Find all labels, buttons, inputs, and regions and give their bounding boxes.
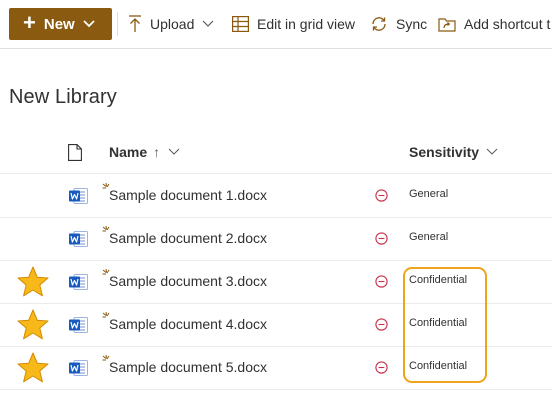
table-row[interactable]: Sample document 2.docx General [0,217,552,261]
sensitivity-label-icon [375,232,388,245]
table-row[interactable]: Sample document 3.docx Confidential [0,260,552,304]
column-header-row: Name ↑ Sensitivity [0,130,552,174]
file-name-link[interactable]: Sample document 4.docx [109,316,267,332]
name-column-label: Name [109,144,148,160]
chevron-down-icon [486,148,498,155]
upload-button[interactable]: Upload [128,12,214,36]
sort-ascending-icon: ↑ [153,144,161,160]
add-shortcut-button[interactable]: Add shortcut t [438,12,550,36]
sensitivity-value: Confidential [409,317,468,329]
sync-label: Sync [396,16,428,32]
star-icon [17,352,49,383]
add-shortcut-label: Add shortcut t [464,16,551,32]
sync-button[interactable]: Sync [370,12,427,36]
name-column-header[interactable]: Name ↑ [109,144,180,160]
star-icon [17,266,49,297]
file-name-link[interactable]: Sample document 2.docx [109,230,267,246]
file-name-link[interactable]: Sample document 1.docx [109,187,267,203]
table-row[interactable]: Sample document 4.docx Confidential [0,303,552,347]
sensitivity-label-icon [375,275,388,288]
word-document-icon [69,317,88,333]
sensitivity-value: Confidential [409,274,468,286]
sensitivity-column-label: Sensitivity [409,144,480,160]
shortcut-icon [438,18,456,32]
new-button[interactable]: + New [9,8,112,40]
plus-icon: + [23,10,36,35]
command-bar-divider [117,12,118,36]
sync-icon [372,17,386,31]
upload-label: Upload [150,16,195,32]
document-type-icon[interactable] [68,144,82,161]
word-document-icon [69,274,88,290]
chevron-down-icon [202,20,214,27]
star-icon [17,309,49,340]
document-library-page: + New Upload Edit in grid view Sync Add … [0,0,552,407]
word-document-icon [69,188,88,204]
word-document-icon [69,231,88,247]
sensitivity-label-icon [375,189,388,202]
chevron-down-icon [83,20,95,28]
sensitivity-value: Confidential [409,360,468,372]
edit-grid-view-button[interactable]: Edit in grid view [232,12,355,36]
sensitivity-value: General [409,188,449,200]
word-document-icon [69,360,88,376]
command-bar: + New Upload Edit in grid view Sync Add … [0,0,552,49]
chevron-down-icon [168,148,180,155]
grid-icon [232,16,249,32]
new-button-label: New [43,15,75,33]
sensitivity-column-header[interactable]: Sensitivity [409,144,498,160]
table-row[interactable]: Sample document 5.docx Confidential [0,346,552,390]
file-name-link[interactable]: Sample document 3.docx [109,273,267,289]
page-title: New Library [9,86,117,108]
sensitivity-label-icon [375,318,388,331]
edit-grid-view-label: Edit in grid view [257,16,356,32]
upload-icon [129,15,141,32]
table-row[interactable]: Sample document 1.docx General [0,174,552,218]
sensitivity-label-icon [375,361,388,374]
file-name-link[interactable]: Sample document 5.docx [109,359,267,375]
sensitivity-value: General [409,231,449,243]
